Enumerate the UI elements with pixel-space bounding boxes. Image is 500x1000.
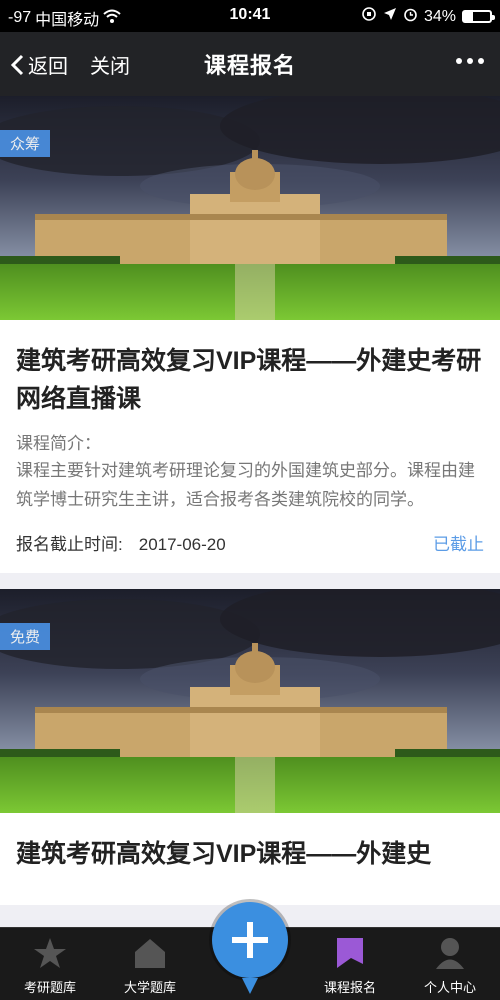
navigation-bar: 返回 关闭 课程报名 bbox=[0, 32, 500, 96]
course-list: 众筹 建筑考研高效复习VIP课程——外建史考研网络直播课 课程简介： 课程主要针… bbox=[0, 96, 500, 928]
course-card[interactable]: 免费 建筑考研高效复习VIP课程——外建史 bbox=[0, 589, 500, 905]
tab-label: 课程报名 bbox=[323, 980, 376, 995]
tab-label: 个人中心 bbox=[423, 980, 476, 995]
location-icon bbox=[383, 7, 397, 26]
tab-personal-center[interactable]: 个人中心 bbox=[400, 928, 500, 1000]
course-title: 建筑考研高效复习VIP课程——外建史 bbox=[16, 840, 432, 868]
flag-icon bbox=[337, 938, 363, 968]
course-title: 建筑考研高效复习VIP课程——外建史考研网络直播课 bbox=[16, 347, 482, 413]
status-right: 34% bbox=[361, 6, 495, 27]
plus-icon bbox=[232, 922, 268, 958]
add-button[interactable] bbox=[212, 902, 288, 994]
deadline: 报名截止时间: 2017-06-20 bbox=[16, 530, 226, 555]
free-tag: 免费 bbox=[0, 623, 51, 650]
course-card[interactable]: 众筹 建筑考研高效复习VIP课程——外建史考研网络直播课 课程简介： 课程主要针… bbox=[0, 96, 500, 573]
person-icon bbox=[436, 938, 464, 969]
tab-course-registration[interactable]: 课程报名 bbox=[300, 928, 400, 1000]
more-icon-dot bbox=[456, 58, 462, 64]
intro-text: 课程主要针对建筑考研理论复习的外国建筑史部分。课程由建筑学博士研究生主讲，适合报… bbox=[16, 461, 475, 509]
course-info: 建筑考研高效复习VIP课程——外建史 bbox=[0, 813, 500, 905]
battery-icon bbox=[462, 10, 495, 23]
deadline-value: 2017-06-20 bbox=[138, 535, 226, 554]
course-info: 建筑考研高效复习VIP课程——外建史考研网络直播课 课程简介： 课程主要针对建筑… bbox=[0, 320, 500, 573]
deadline-label: 报名截止时间: bbox=[16, 535, 123, 554]
more-icon-dot bbox=[467, 58, 473, 64]
course-image: 众筹 bbox=[0, 96, 500, 320]
tab-label: 考研题库 bbox=[23, 980, 76, 995]
tab-exam-question-bank[interactable]: 考研题库 bbox=[0, 928, 100, 1000]
crowdfunding-tag: 众筹 bbox=[0, 130, 51, 157]
page-title: 课程报名 bbox=[203, 53, 296, 78]
house-icon bbox=[135, 939, 165, 968]
more-options-button[interactable] bbox=[456, 50, 484, 64]
tab-university-question-bank[interactable]: 大学题库 bbox=[100, 928, 200, 1000]
registration-status: 已截止 bbox=[433, 535, 484, 554]
rotation-lock-icon bbox=[361, 6, 377, 27]
course-image: 免费 bbox=[0, 589, 500, 813]
card-footer: 报名截止时间: 2017-06-20 已截止 bbox=[16, 530, 484, 555]
tab-label: 大学题库 bbox=[123, 980, 176, 995]
intro-label: 课程简介： bbox=[16, 434, 101, 453]
star-icon bbox=[34, 938, 66, 968]
battery-percent: 34% bbox=[423, 7, 456, 25]
tab-bar: 考研题库 大学题库 课程报名 个人中心 bbox=[0, 902, 500, 1000]
status-bar: -97 中国移动 10:41 34% bbox=[0, 0, 500, 32]
battery-level bbox=[464, 12, 473, 21]
more-icon-dot bbox=[478, 58, 484, 64]
alarm-icon bbox=[403, 7, 418, 27]
